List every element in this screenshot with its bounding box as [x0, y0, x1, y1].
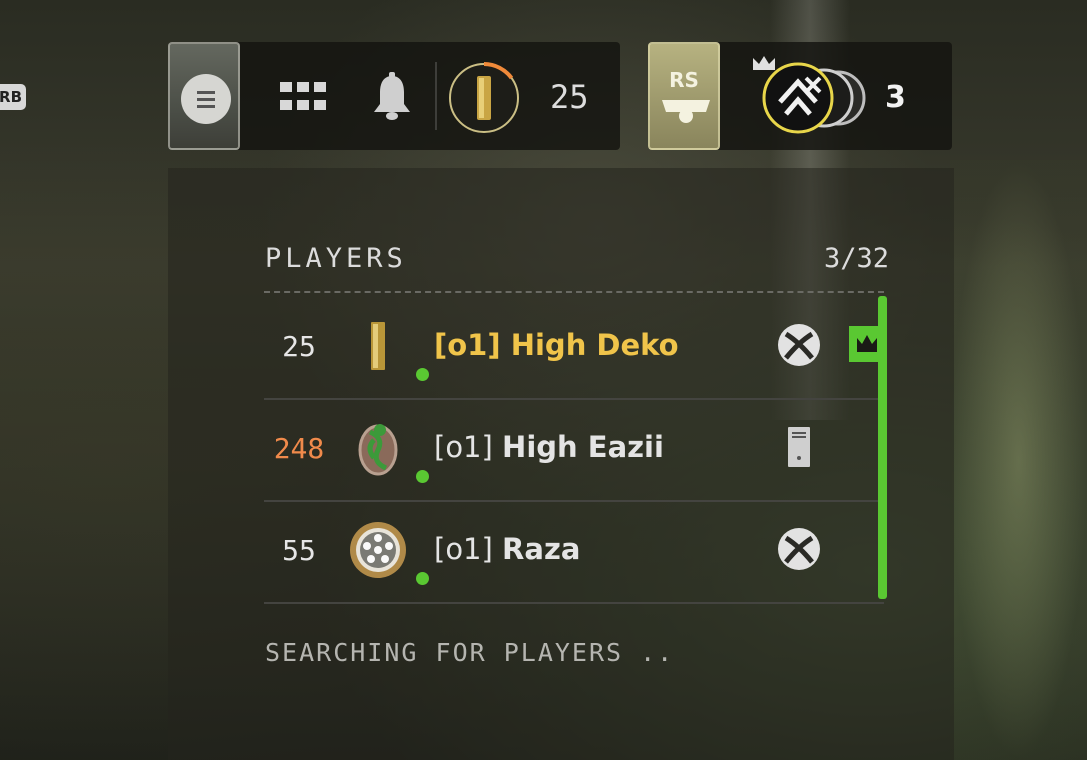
menu-tile[interactable]: [168, 42, 240, 150]
menu-icon[interactable]: [181, 74, 231, 124]
online-status-dot: [416, 572, 429, 585]
player-name: [o1] High Eazii: [434, 430, 664, 464]
dragon-emblem-icon: [358, 424, 398, 476]
party-member-emblems[interactable]: [760, 62, 870, 134]
rs-button-hint: RS: [669, 68, 699, 92]
party-member-count: 3: [885, 80, 906, 115]
party-tray-icon: [662, 100, 710, 123]
searching-status: SEARCHING FOR PLAYERS ..: [265, 638, 675, 667]
player-name: [o1] High Deko: [434, 328, 679, 362]
xbox-icon: [778, 324, 820, 366]
players-count: 3/32: [824, 243, 890, 274]
player-row[interactable]: 248 [o1] High Eazii: [264, 398, 884, 502]
xbox-icon: [778, 528, 820, 570]
player-level-value: 25: [282, 330, 316, 363]
background-foliage: [950, 160, 1087, 760]
rank-progress-ring[interactable]: [448, 62, 520, 134]
player-level-value: 55: [282, 534, 316, 567]
star-wreath-emblem-icon: [350, 522, 406, 578]
player-level-value: 248: [273, 432, 325, 465]
player-row[interactable]: 55 [o1] Raza: [264, 500, 884, 604]
party-group-indicator: [878, 296, 887, 599]
online-status-dot: [416, 368, 429, 381]
players-header-divider: [264, 291, 884, 293]
players-title: PLAYERS: [265, 243, 407, 274]
rb-button-hint[interactable]: RB: [0, 84, 26, 110]
rank-bar-emblem-icon: [371, 322, 385, 370]
top-bar-divider: [435, 62, 437, 130]
player-name: [o1] Raza: [434, 532, 581, 566]
apps-grid-icon[interactable]: [280, 82, 330, 114]
rs-party-tile[interactable]: RS: [648, 42, 720, 150]
player-row[interactable]: 25 [o1] High Deko: [264, 296, 885, 400]
notification-bell-icon[interactable]: [370, 72, 414, 122]
online-status-dot: [416, 470, 429, 483]
pc-tower-icon: [788, 427, 810, 467]
player-level: 25: [550, 78, 589, 116]
